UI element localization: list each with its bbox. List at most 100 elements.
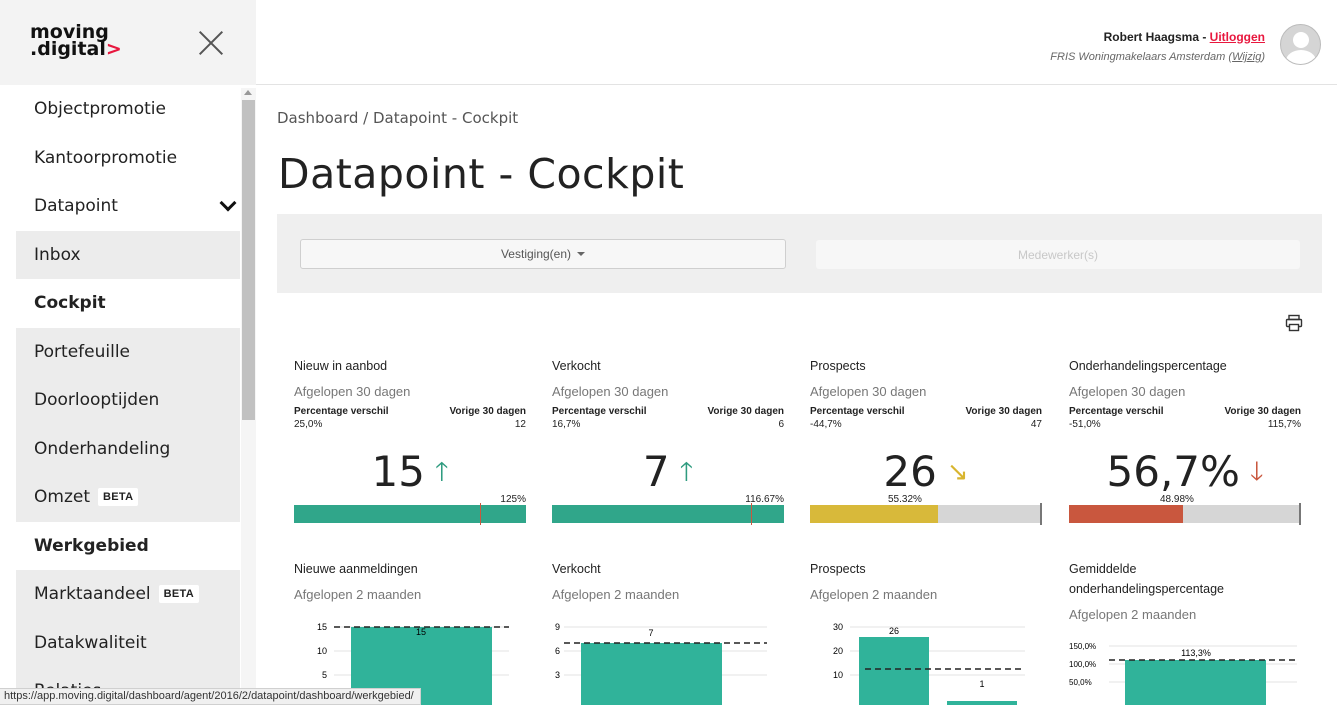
kpi-value: 15: [371, 447, 425, 496]
kpi-bar-percentage: 55.32%: [888, 494, 922, 505]
sidebar-item-kantoorpromotie[interactable]: Kantoorpromotie: [16, 134, 240, 183]
kpi-bar-end-marker: [1299, 503, 1301, 525]
sidebar-item-datapoint[interactable]: Datapoint: [16, 182, 240, 231]
kpi-title: Onderhandelingspercentage: [1069, 359, 1227, 373]
change-organization-link[interactable]: Wijzig: [1232, 51, 1261, 63]
diff-value: -44,7%: [810, 419, 842, 430]
kpi-bar-end-marker: [1040, 503, 1042, 525]
y-tick-label: 6: [555, 646, 560, 656]
kpi-card-new-listings: Nieuw in aanbod Afgelopen 30 dagen Perce…: [294, 359, 526, 525]
diff-label: Percentage verschil: [294, 406, 389, 417]
y-tick-label: 100,0%: [1069, 660, 1096, 669]
chart-period: Afgelopen 2 maanden: [1069, 607, 1197, 622]
sidebar-nav: Objectpromotie Kantoorpromotie Datapoint…: [16, 85, 240, 705]
bar: [581, 643, 722, 705]
diff-label: Percentage verschil: [810, 406, 905, 417]
user-info: Robert Haagsma - Uitloggen: [1104, 30, 1265, 44]
sidebar-item-inbox[interactable]: Inbox: [16, 230, 240, 279]
page-title: Datapoint - Cockpit: [278, 150, 685, 198]
kpi-progress-fill: [810, 505, 939, 523]
y-tick-label: 3: [555, 670, 560, 680]
branch-select-label: Vestiging(en): [500, 247, 572, 261]
chart-title: Prospects: [810, 562, 866, 576]
avatar-body: [1286, 50, 1316, 64]
chart-period: Afgelopen 2 maanden: [552, 587, 680, 602]
logout-link[interactable]: Uitloggen: [1210, 30, 1265, 44]
arrow-up-icon: 🡑: [434, 457, 449, 487]
prev-label: Vorige 30 dagen: [1224, 406, 1301, 417]
sidebar-item-label: Cockpit: [34, 293, 106, 314]
sidebar-scrollbar[interactable]: [241, 88, 256, 705]
diff-value: -51,0%: [1069, 419, 1101, 430]
sidebar-item-marktaandeel[interactable]: Marktaandeel BETA: [16, 570, 240, 619]
sidebar-item-omzet[interactable]: Omzet BETA: [16, 473, 240, 522]
print-icon[interactable]: [1285, 314, 1303, 332]
beta-badge: BETA: [98, 488, 139, 507]
bar-value-label: 1: [979, 679, 984, 689]
kpi-progress-bar: [552, 503, 784, 525]
chart-card-prospects: Prospects Afgelopen 2 maanden 30 20 10 2…: [810, 559, 1042, 705]
kpi-value: 7: [642, 447, 670, 496]
sidebar-item-onderhandeling[interactable]: Onderhandeling: [16, 424, 240, 473]
kpi-period: Afgelopen 30 dagen: [552, 384, 669, 399]
prev-value: 47: [1030, 419, 1042, 430]
sidebar-item-label: Werkgebied: [34, 535, 149, 556]
sidebar-item-portefeuille[interactable]: Portefeuille: [16, 327, 240, 376]
branch-select[interactable]: Vestiging(en): [300, 239, 786, 269]
chart-card-new-registrations: Nieuwe aanmeldingen Afgelopen 2 maanden …: [294, 559, 526, 705]
kpi-card-prospects: Prospects Afgelopen 30 dagen Percentage …: [810, 359, 1042, 525]
avatar[interactable]: [1280, 24, 1321, 65]
close-icon[interactable]: [198, 30, 224, 56]
arrow-down-right-icon: ↘: [946, 457, 969, 487]
employee-select: Medewerker(s): [816, 240, 1300, 269]
kpi-bar-percentage: 125%: [500, 494, 526, 505]
kpi-progress-bar: [294, 503, 526, 525]
kpi-value: 26: [883, 447, 937, 496]
chevron-down-icon: [219, 194, 237, 212]
y-tick-label: 150,0%: [1069, 642, 1096, 651]
kpi-period: Afgelopen 30 dagen: [1069, 384, 1186, 399]
sidebar: moving .digital> Objectpromotie Kantoorp…: [0, 0, 256, 705]
sidebar-item-datakwaliteit[interactable]: Datakwaliteit: [16, 618, 240, 667]
bar: [947, 701, 1017, 705]
chart-title: Gemiddelde onderhandelingspercentage: [1069, 562, 1224, 596]
bar: [859, 637, 929, 705]
bar-chart: 150,0% 100,0% 50,0% 113,3%: [1069, 642, 1297, 705]
separator: -: [1199, 30, 1210, 44]
logo[interactable]: moving .digital>: [30, 23, 122, 59]
scroll-up-icon[interactable]: [244, 90, 252, 95]
chart-title: Verkocht: [552, 562, 601, 576]
sidebar-item-label: Kantoorpromotie: [34, 147, 178, 168]
sidebar-item-werkgebied[interactable]: Werkgebied: [16, 521, 240, 570]
scrollbar-thumb[interactable]: [242, 100, 255, 420]
prev-label: Vorige 30 dagen: [707, 406, 784, 417]
chart-period: Afgelopen 2 maanden: [810, 587, 938, 602]
prev-value: 6: [778, 419, 784, 430]
sidebar-item-cockpit[interactable]: Cockpit: [16, 279, 240, 328]
sidebar-item-label: Objectpromotie: [34, 99, 166, 120]
kpi-bar-percentage: 48.98%: [1160, 494, 1194, 505]
sidebar-item-label: Onderhandeling: [34, 438, 171, 459]
kpi-period: Afgelopen 30 dagen: [810, 384, 927, 399]
kpi-card-sold: Verkocht Afgelopen 30 dagen Percentage v…: [552, 359, 784, 525]
arrow-down-icon: 🡓: [1249, 457, 1264, 487]
sidebar-item-objectpromotie[interactable]: Objectpromotie: [16, 85, 240, 134]
kpi-progress-fill: [552, 505, 784, 523]
organization-name: FRIS Woningmakelaars Amsterdam: [1050, 51, 1226, 63]
kpi-progress-fill: [1069, 505, 1183, 523]
top-header: Robert Haagsma - Uitloggen FRIS Woningma…: [256, 0, 1337, 85]
prev-value: 12: [514, 419, 526, 430]
y-tick-label: 30: [833, 622, 843, 632]
kpi-target-marker: [479, 503, 481, 525]
sidebar-item-doorlooptijden[interactable]: Doorlooptijden: [16, 376, 240, 425]
prev-value: 115,7%: [1267, 419, 1301, 430]
filter-bar: Vestiging(en) Medewerker(s): [277, 214, 1322, 293]
bar-value-label: 7: [648, 628, 653, 638]
diff-value: 16,7%: [552, 419, 581, 430]
sidebar-item-label: Portefeuille: [34, 341, 131, 362]
y-tick-label: 15: [317, 622, 327, 632]
bar-value-label: 15: [416, 627, 426, 637]
prev-label: Vorige 30 dagen: [449, 406, 526, 417]
sidebar-item-label: Omzet: [34, 487, 90, 508]
caret-down-icon: [577, 252, 586, 256]
